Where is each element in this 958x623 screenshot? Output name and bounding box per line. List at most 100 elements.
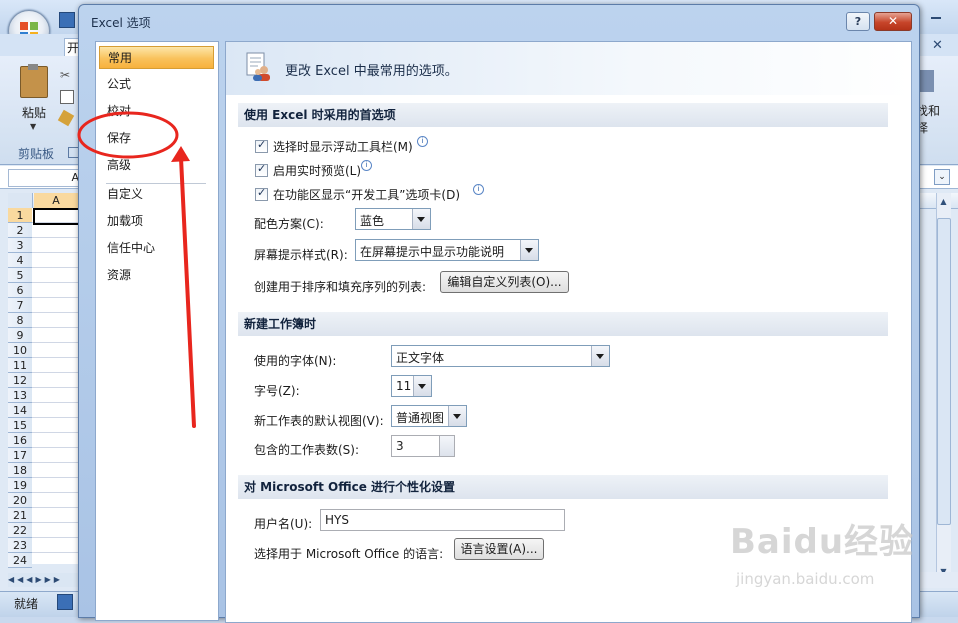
watermark-logo: Baidu经验	[730, 522, 915, 562]
copy-icon[interactable]	[60, 90, 74, 104]
screentip-value: 在屏幕提示中显示功能说明	[360, 245, 505, 259]
row-header[interactable]: 18	[8, 463, 32, 478]
active-cell[interactable]	[33, 208, 81, 225]
row-header[interactable]: 17	[8, 448, 32, 463]
row-header[interactable]: 21	[8, 508, 32, 523]
column-header-a[interactable]: A	[34, 193, 79, 208]
spinner-icon[interactable]	[439, 436, 454, 456]
chevron-down-icon[interactable]	[413, 376, 431, 396]
color-scheme-value: 蓝色	[360, 214, 385, 228]
chevron-down-icon[interactable]	[520, 240, 538, 260]
nav-item-formulas[interactable]: 公式	[99, 73, 214, 96]
row-header[interactable]: 15	[8, 418, 32, 433]
sheet-navigation-arrows[interactable]: ◀◀◀▶▶▶	[8, 573, 78, 587]
developer-tab-checkbox[interactable]	[255, 186, 268, 201]
row-header[interactable]: 23	[8, 538, 32, 553]
options-people-icon	[246, 52, 270, 81]
paste-button-label[interactable]: 粘贴	[22, 104, 46, 121]
row-header[interactable]: 16	[8, 433, 32, 448]
font-select[interactable]: 正文字体	[391, 345, 610, 367]
font-size-label: 字号(Z):	[254, 384, 300, 398]
nav-item-proofing[interactable]: 校对	[99, 100, 214, 123]
info-icon: i	[473, 184, 484, 195]
baidu-watermark: Baidu经验 jingyan.baidu.com	[730, 514, 950, 598]
screentip-select[interactable]: 在屏幕提示中显示功能说明	[355, 239, 539, 261]
row-header[interactable]: 19	[8, 478, 32, 493]
chevron-down-icon[interactable]	[448, 406, 466, 426]
default-view-select[interactable]: 普通视图	[391, 405, 467, 427]
font-size-value: 11	[396, 379, 412, 393]
scroll-up-icon[interactable]: ▲	[938, 196, 949, 207]
panel-header-text: 更改 Excel 中最常用的选项。	[285, 64, 458, 79]
macro-record-icon[interactable]	[57, 594, 73, 610]
options-nav: 常用 公式 校对 保存 高级 自定义 加载项 信任中心 资源	[95, 41, 219, 621]
select-all-corner[interactable]	[8, 193, 33, 208]
row-headers: 1 2 3 4 5 6 7 8 9 10 11 12 13 14 15 16 17 18 19 20 21 22 23 24	[8, 208, 32, 568]
floating-toolbar-checkbox[interactable]	[255, 138, 268, 153]
dialog-title: Excel 选项	[91, 16, 151, 30]
edit-custom-lists-button[interactable]: 编辑自定义列表(O)...	[440, 271, 569, 293]
nav-item-popular[interactable]: 常用	[99, 46, 214, 69]
color-scheme-label: 配色方案(C):	[254, 217, 324, 231]
name-box[interactable]: A	[8, 169, 80, 187]
nav-item-advanced[interactable]: 高级	[99, 154, 214, 177]
screentip-label: 屏幕提示样式(R):	[254, 248, 348, 262]
scrollbar-thumb[interactable]	[937, 218, 951, 525]
language-settings-button[interactable]: 语言设置(A)...	[454, 538, 544, 560]
workbook-close-icon[interactable]: ✕	[932, 38, 943, 53]
font-label: 使用的字体(N):	[254, 354, 337, 368]
nav-item-save[interactable]: 保存	[99, 127, 214, 150]
formula-bar-expand-icon[interactable]: ⌄	[934, 169, 950, 185]
sheet-count-input[interactable]: 3	[391, 435, 455, 457]
custom-lists-label: 创建用于排序和填充序列的列表:	[254, 280, 427, 294]
paste-dropdown-icon[interactable]: ▼	[30, 122, 36, 131]
default-view-value: 普通视图	[396, 411, 445, 425]
nav-item-trust-center[interactable]: 信任中心	[99, 237, 214, 260]
find-select-icon[interactable]	[918, 70, 934, 92]
cut-icon[interactable]: ✂	[60, 68, 70, 82]
cell-grid[interactable]	[32, 208, 78, 564]
row-header[interactable]: 2	[8, 223, 32, 238]
help-button[interactable]: ?	[846, 12, 870, 31]
section-personalize: 对 Microsoft Office 进行个性化设置	[238, 475, 888, 499]
live-preview-label[interactable]: 启用实时预览(L)	[273, 162, 361, 179]
username-input[interactable]: HYS	[320, 509, 565, 531]
section-preferences: 使用 Excel 时采用的首选项	[238, 103, 888, 127]
row-header[interactable]: 7	[8, 298, 32, 313]
row-header[interactable]: 10	[8, 343, 32, 358]
language-label: 选择用于 Microsoft Office 的语言:	[254, 547, 444, 561]
live-preview-checkbox[interactable]	[255, 162, 268, 177]
color-scheme-select[interactable]: 蓝色	[355, 208, 431, 230]
nav-item-addins[interactable]: 加载项	[99, 210, 214, 233]
row-header[interactable]: 4	[8, 253, 32, 268]
row-header[interactable]: 20	[8, 493, 32, 508]
row-header[interactable]: 14	[8, 403, 32, 418]
row-header[interactable]: 6	[8, 283, 32, 298]
username-label: 用户名(U):	[254, 517, 313, 531]
row-header[interactable]: 3	[8, 238, 32, 253]
row-header[interactable]: 22	[8, 523, 32, 538]
watermark-url: jingyan.baidu.com	[736, 570, 875, 588]
chevron-down-icon[interactable]	[591, 346, 609, 366]
minimize-button[interactable]	[927, 10, 945, 24]
developer-tab-label[interactable]: 在功能区显示“开发工具”选项卡(D)	[273, 186, 460, 203]
chevron-down-icon[interactable]	[412, 209, 430, 229]
row-header[interactable]: 24	[8, 553, 32, 568]
nav-item-resources[interactable]: 资源	[99, 264, 214, 287]
row-header[interactable]: 8	[8, 313, 32, 328]
row-header[interactable]: 1	[8, 208, 32, 223]
paste-icon[interactable]	[20, 64, 48, 98]
close-button[interactable]: ✕	[874, 12, 912, 31]
nav-item-customize[interactable]: 自定义	[99, 183, 214, 206]
font-size-select[interactable]: 11	[391, 375, 432, 397]
row-header[interactable]: 13	[8, 388, 32, 403]
save-icon[interactable]	[59, 12, 75, 28]
floating-toolbar-label[interactable]: 选择时显示浮动工具栏(M)	[273, 138, 413, 155]
sheet-count-value: 3	[396, 439, 404, 453]
default-view-label: 新工作表的默认视图(V):	[254, 414, 384, 428]
row-header[interactable]: 5	[8, 268, 32, 283]
row-header[interactable]: 9	[8, 328, 32, 343]
row-header[interactable]: 11	[8, 358, 32, 373]
info-icon: i	[417, 136, 428, 147]
row-header[interactable]: 12	[8, 373, 32, 388]
